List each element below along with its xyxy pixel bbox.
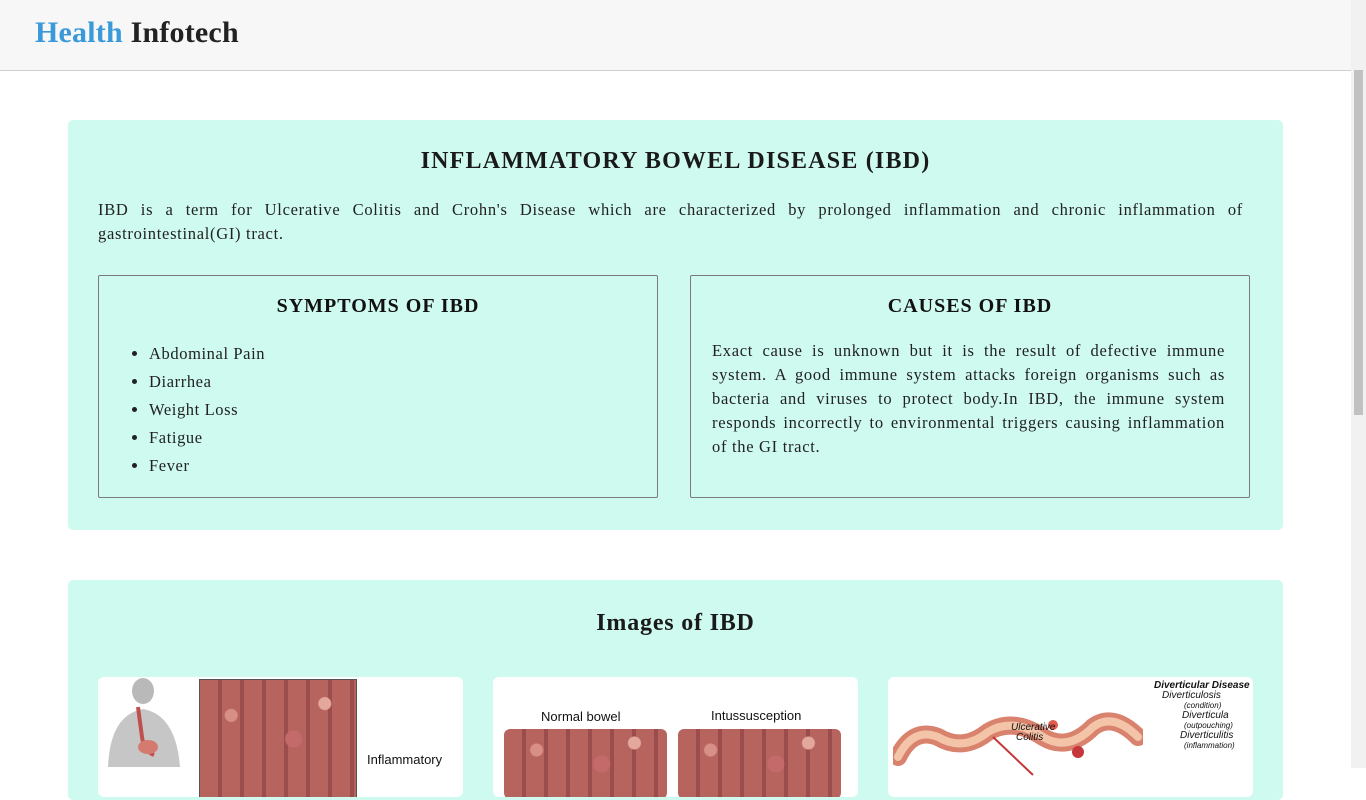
legend-note: (inflammation): [1184, 741, 1235, 750]
inflamed-colon-image: [199, 679, 357, 797]
ibd-info-panel: INFLAMMATORY BOWEL DISEASE (IBD) IBD is …: [68, 120, 1283, 530]
scrollbar-thumb[interactable]: [1354, 70, 1363, 415]
brand-health: Health: [35, 16, 123, 49]
symptom-item: Weight Loss: [149, 396, 265, 424]
brand-infotech: Infotech: [130, 16, 239, 49]
causes-box: CAUSES OF IBD Exact cause is unknown but…: [690, 275, 1250, 498]
symptoms-box: SYMPTOMS OF IBD Abdominal Pain Diarrhea …: [98, 275, 658, 498]
causes-text: Exact cause is unknown but it is the res…: [712, 341, 1225, 456]
symptom-item: Fatigue: [149, 424, 265, 452]
ibd-image-inflammatory[interactable]: Inflammatory: [98, 677, 463, 797]
intussusception-label: Intussusception: [711, 708, 802, 723]
page-scrollbar[interactable]: [1351, 0, 1366, 768]
intussusception-image: [678, 729, 841, 797]
ibd-image-intussusception[interactable]: Normal bowel Intussusception: [493, 677, 858, 797]
symptoms-list: Abdominal Pain Diarrhea Weight Loss Fati…: [149, 340, 265, 480]
ibd-images-panel: Images of IBD Inflammatory Normal bowel …: [68, 580, 1283, 800]
legend-item: Diverticulitis: [1180, 730, 1234, 741]
symptom-item: Diarrhea: [149, 368, 265, 396]
colitis-label: Colitis: [1016, 732, 1044, 743]
causes-heading: CAUSES OF IBD: [887, 295, 1053, 317]
inflammatory-label: Inflammatory: [367, 752, 443, 767]
legend-item: Diverticula: [1182, 710, 1229, 721]
legend-item: Diverticulosis: [1162, 690, 1221, 701]
page-title: INFLAMMATORY BOWEL DISEASE (IBD): [420, 148, 931, 174]
ibd-image-diverticular[interactable]: Ulcerative Colitis Diverticular Disease …: [888, 677, 1253, 797]
ibd-intro-text: IBD is a term for Ulcerative Colitis and…: [98, 200, 1243, 243]
top-navbar: Health Infotech: [0, 0, 1351, 71]
symptom-item: Fever: [149, 452, 265, 480]
images-heading: Images of IBD: [596, 610, 755, 636]
brand-logo[interactable]: Health Infotech: [35, 16, 239, 50]
human-body-figure: [98, 677, 198, 767]
normal-bowel-label: Normal bowel: [541, 709, 621, 724]
diverticular-legend: Diverticular Disease Diverticulosis (con…: [1154, 681, 1253, 751]
symptom-item: Abdominal Pain: [149, 340, 265, 368]
symptoms-heading: SYMPTOMS OF IBD: [276, 295, 480, 317]
normal-bowel-image: [504, 729, 667, 797]
ulcerative-label: Ulcerative: [1011, 722, 1056, 733]
